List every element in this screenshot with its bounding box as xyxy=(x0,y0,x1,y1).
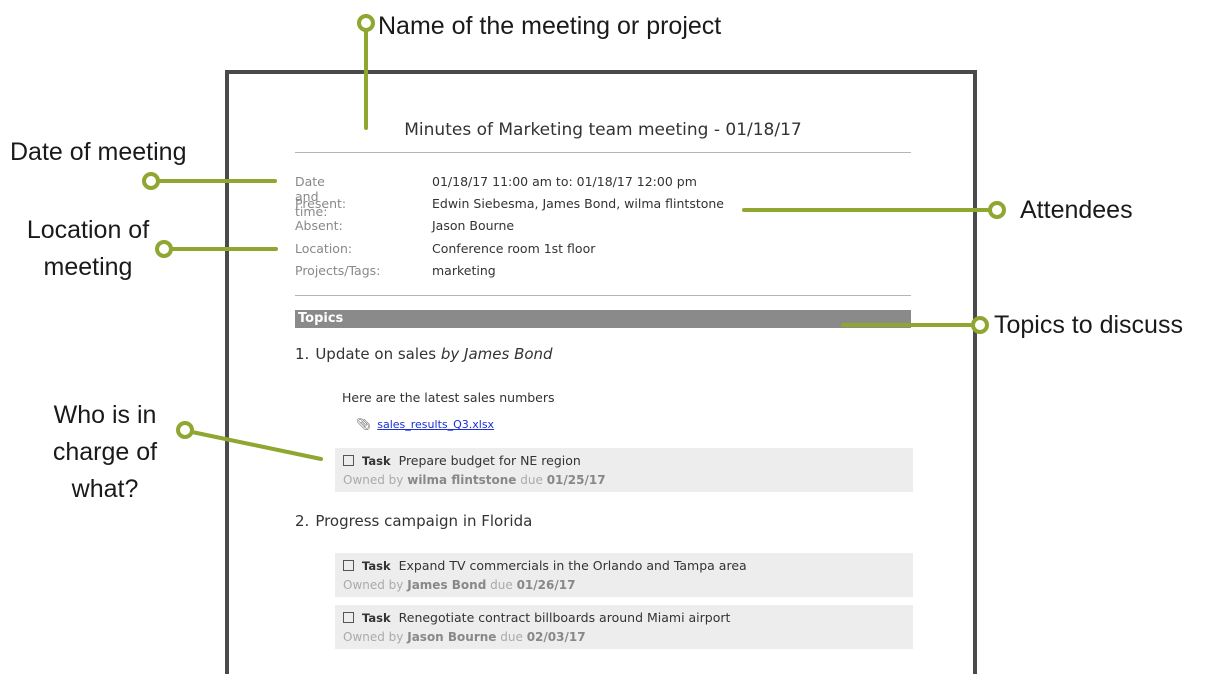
minutes-document: Minutes of Marketing team meeting - 01/1… xyxy=(225,70,977,674)
topic-number: 2. xyxy=(295,512,310,530)
topic-number: 1. xyxy=(295,345,310,363)
callout-location-line: meeting xyxy=(43,253,133,281)
topic-owner: by James Bond xyxy=(440,345,553,363)
task-item: Task Prepare budget for NE region Owned b… xyxy=(335,448,913,492)
meta-key: Absent: xyxy=(295,218,343,234)
callout-responsibility-line: Who is in xyxy=(53,401,157,429)
meta-value: Conference room 1st floor xyxy=(432,240,596,256)
due-label: due xyxy=(520,473,543,487)
task-checkbox[interactable] xyxy=(343,560,354,571)
task-checkbox[interactable] xyxy=(343,455,354,466)
paperclip-icon: 📎︎ xyxy=(356,417,372,431)
task-item: Task Renegotiate contract billboards arou… xyxy=(335,605,913,649)
topics-header: Topics xyxy=(295,310,911,328)
topic-note: Here are the latest sales numbers xyxy=(342,390,555,405)
details-divider xyxy=(295,295,911,296)
callout-dot-attendees xyxy=(988,201,1006,219)
task-kind: Task xyxy=(362,611,391,625)
task-kind: Task xyxy=(362,454,391,468)
title-divider xyxy=(295,152,911,153)
task-item: Task Expand TV commercials in the Orlando… xyxy=(335,553,913,597)
owned-label: Owned by xyxy=(343,630,404,644)
task-text: Prepare budget for NE region xyxy=(398,453,581,468)
callout-location-line: Location of xyxy=(26,216,150,244)
callout-dot-date xyxy=(142,172,160,190)
meta-key: Location: xyxy=(295,240,353,256)
topic-title: Progress campaign in Florida xyxy=(315,512,533,530)
task-owner: wilma flintstone xyxy=(407,473,517,487)
callout-date: Date of meeting xyxy=(10,138,187,166)
callout-responsibility-line: charge of xyxy=(52,438,158,466)
task-text: Expand TV commercials in the Orlando and… xyxy=(398,558,747,573)
task-checkbox[interactable] xyxy=(343,612,354,623)
due-label: due xyxy=(490,578,513,592)
topic-item: 2. Progress campaign in Florida xyxy=(295,512,532,530)
task-text: Renegotiate contract billboards around M… xyxy=(398,610,731,625)
owned-label: Owned by xyxy=(343,578,404,592)
callout-topics: Topics to discuss xyxy=(994,311,1183,339)
task-owner: Jason Bourne xyxy=(407,630,497,644)
task-due: 01/25/17 xyxy=(546,473,606,487)
topic-item: 1. Update on sales by James Bond xyxy=(295,345,553,363)
callout-responsibility: Who is in charge of what? xyxy=(34,397,176,508)
topic-title: Update on sales xyxy=(315,345,437,363)
owned-label: Owned by xyxy=(343,473,404,487)
task-owner: James Bond xyxy=(407,578,487,592)
meta-key: Projects/Tags: xyxy=(295,262,381,278)
meta-value: 01/18/17 11:00 am to: 01/18/17 12:00 pm xyxy=(432,174,697,189)
callout-meeting-name: Name of the meeting or project xyxy=(378,12,722,40)
meta-value: marketing xyxy=(432,262,496,278)
task-kind: Task xyxy=(362,559,391,573)
callout-dot-tasks xyxy=(176,421,194,439)
meta-key: Present: xyxy=(295,196,347,212)
task-due: 02/03/17 xyxy=(526,630,586,644)
callout-dot-title xyxy=(357,14,375,32)
meta-value: Jason Bourne xyxy=(432,218,515,234)
meeting-title: Minutes of Marketing team meeting - 01/1… xyxy=(404,120,802,140)
meta-value: Edwin Siebesma, James Bond, wilma flints… xyxy=(432,196,724,212)
callout-location: Location of meeting xyxy=(14,212,162,286)
callout-attendees: Attendees xyxy=(1020,196,1133,224)
attachment-link[interactable]: sales_results_Q3.xlsx xyxy=(377,418,494,431)
callout-responsibility-line: what? xyxy=(71,475,139,503)
due-label: due xyxy=(500,630,523,644)
attachment: 📎︎ sales_results_Q3.xlsx xyxy=(356,417,494,431)
task-due: 01/26/17 xyxy=(516,578,576,592)
